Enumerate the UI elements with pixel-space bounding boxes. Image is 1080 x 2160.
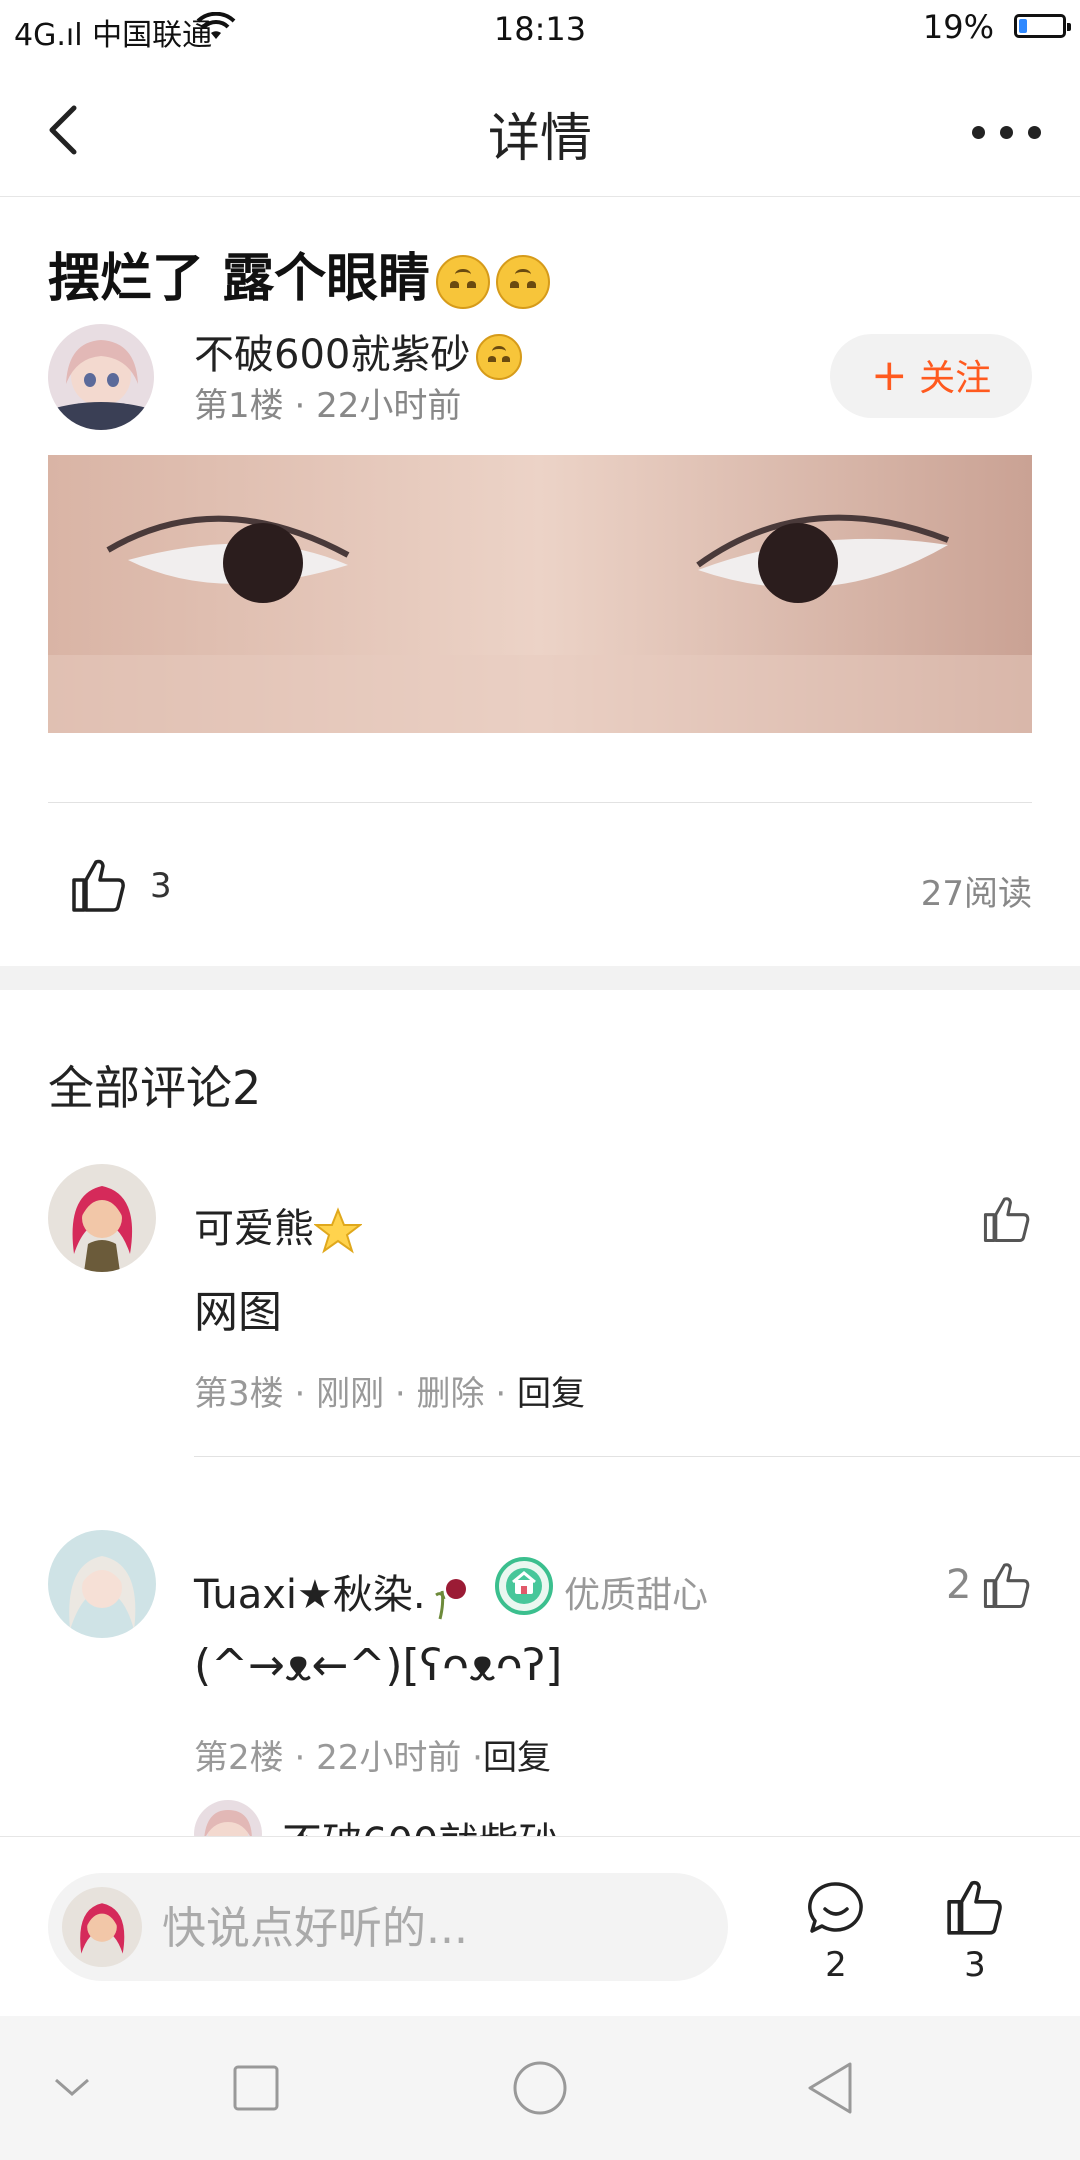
upside-down-face-icon <box>476 334 523 380</box>
author-name[interactable]: 不破600就紫砂 <box>194 322 523 380</box>
status-bar: 4G.ıl 中国联通 18:13 19% <box>0 0 1080 56</box>
commenter-avatar[interactable] <box>48 1530 156 1638</box>
follow-button[interactable]: + 关注 <box>830 334 1032 418</box>
divider <box>48 802 1032 803</box>
plus-icon: + <box>870 350 908 401</box>
commenter-avatar[interactable] <box>48 1164 156 1272</box>
reply-link[interactable]: 回复 <box>483 1738 551 1778</box>
home-icon[interactable] <box>512 2060 568 2116</box>
thumbs-up-icon[interactable] <box>945 1877 1005 1937</box>
thumbs-up-icon[interactable] <box>70 856 128 914</box>
top-nav: 详情 <box>0 60 1080 197</box>
comment-meta: 第2楼 · 22小时前 ·回复 <box>194 1738 551 1778</box>
system-navigation-bar <box>0 2016 1080 2160</box>
comment-meta: 第3楼 · 刚刚 · 删除 · 回复 <box>194 1374 585 1414</box>
read-count: 27阅读 <box>920 874 1032 914</box>
comment-body: 网图 <box>194 1287 282 1338</box>
back-triangle-icon[interactable] <box>804 2060 856 2116</box>
quality-badge-label: 优质甜心 <box>564 1575 709 1616</box>
upside-down-face-icon <box>436 255 491 309</box>
clock: 18:13 <box>493 10 587 48</box>
comment-input-wrapper[interactable] <box>48 1873 728 1981</box>
comment-bubble-icon[interactable] <box>806 1879 866 1939</box>
comment-bar: 2 3 <box>0 1836 1080 2017</box>
quality-badge-icon <box>495 1557 553 1615</box>
comment-like-icon[interactable] <box>982 1560 1032 1610</box>
comment-like-icon[interactable] <box>982 1194 1032 1244</box>
more-options-icon[interactable] <box>968 112 1044 148</box>
comments-header: 全部评论2 <box>48 1061 262 1115</box>
comment-count: 2 <box>825 1945 847 1985</box>
like-count: 3 <box>964 1945 986 1985</box>
commenter-name[interactable]: 可爱熊 <box>194 1196 363 1255</box>
reply-link[interactable]: 回复 <box>517 1374 585 1414</box>
comment-like-count: 2 <box>946 1562 972 1608</box>
recent-apps-icon[interactable] <box>232 2064 280 2112</box>
post-meta: 第1楼 · 22小时前 <box>194 386 462 426</box>
page-title: 详情 <box>487 109 592 169</box>
delete-link[interactable]: 删除 <box>417 1374 485 1414</box>
upside-down-face-icon <box>496 255 551 309</box>
section-gap <box>0 966 1080 990</box>
commenter-name[interactable]: Tuaxi★秋染. <box>194 1562 474 1621</box>
post-image[interactable] <box>48 455 1032 733</box>
divider <box>194 1456 1080 1457</box>
star-icon <box>313 1207 363 1254</box>
my-avatar <box>62 1887 142 1967</box>
post-title: 摆烂了 露个眼睛 <box>48 236 551 311</box>
author-avatar[interactable] <box>48 324 154 430</box>
comment-input[interactable] <box>160 1897 704 1959</box>
battery-percent: 19% <box>922 8 994 46</box>
rose-icon <box>434 1579 466 1620</box>
chevron-down-icon[interactable] <box>52 2072 92 2102</box>
comment-body: (^→ᴥ←^)[ʕᴖᴥᴖʔ] <box>194 1640 563 1691</box>
battery-icon <box>1014 14 1071 38</box>
post-like-count: 3 <box>150 866 172 906</box>
